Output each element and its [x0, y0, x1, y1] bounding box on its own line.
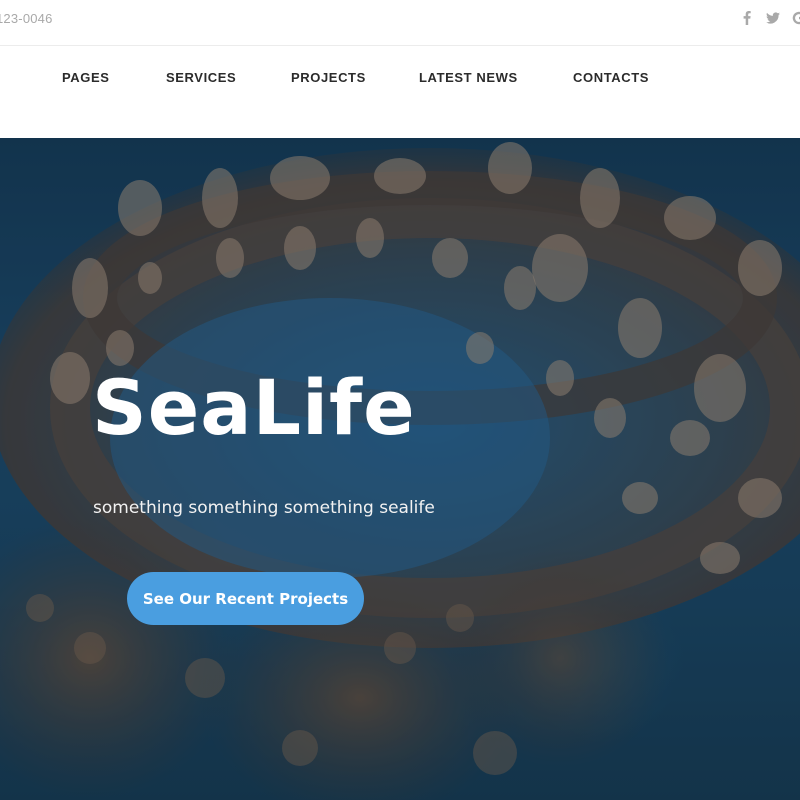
main-nav: PAGES SERVICES PROJECTS LATEST NEWS CONT… [0, 47, 800, 138]
nav-item-latest-news[interactable]: LATEST NEWS [419, 70, 518, 85]
social-links [740, 10, 800, 26]
top-bar: 123-0046 [0, 0, 800, 46]
jellyfish-background-image [0, 138, 800, 800]
hero-section: SeaLife something something something se… [0, 138, 800, 800]
hero-title: SeaLife [92, 363, 416, 452]
twitter-icon[interactable] [766, 10, 780, 26]
nav-item-contacts[interactable]: CONTACTS [573, 70, 649, 85]
nav-item-pages[interactable]: PAGES [62, 70, 110, 85]
facebook-icon[interactable] [740, 10, 754, 26]
hero-subtitle: something something something sealife [93, 498, 435, 518]
see-recent-projects-button[interactable]: See Our Recent Projects [127, 572, 364, 625]
phone-number: 123-0046 [0, 11, 53, 26]
nav-item-projects[interactable]: PROJECTS [291, 70, 366, 85]
google-icon[interactable] [792, 10, 800, 26]
nav-item-services[interactable]: SERVICES [166, 70, 236, 85]
